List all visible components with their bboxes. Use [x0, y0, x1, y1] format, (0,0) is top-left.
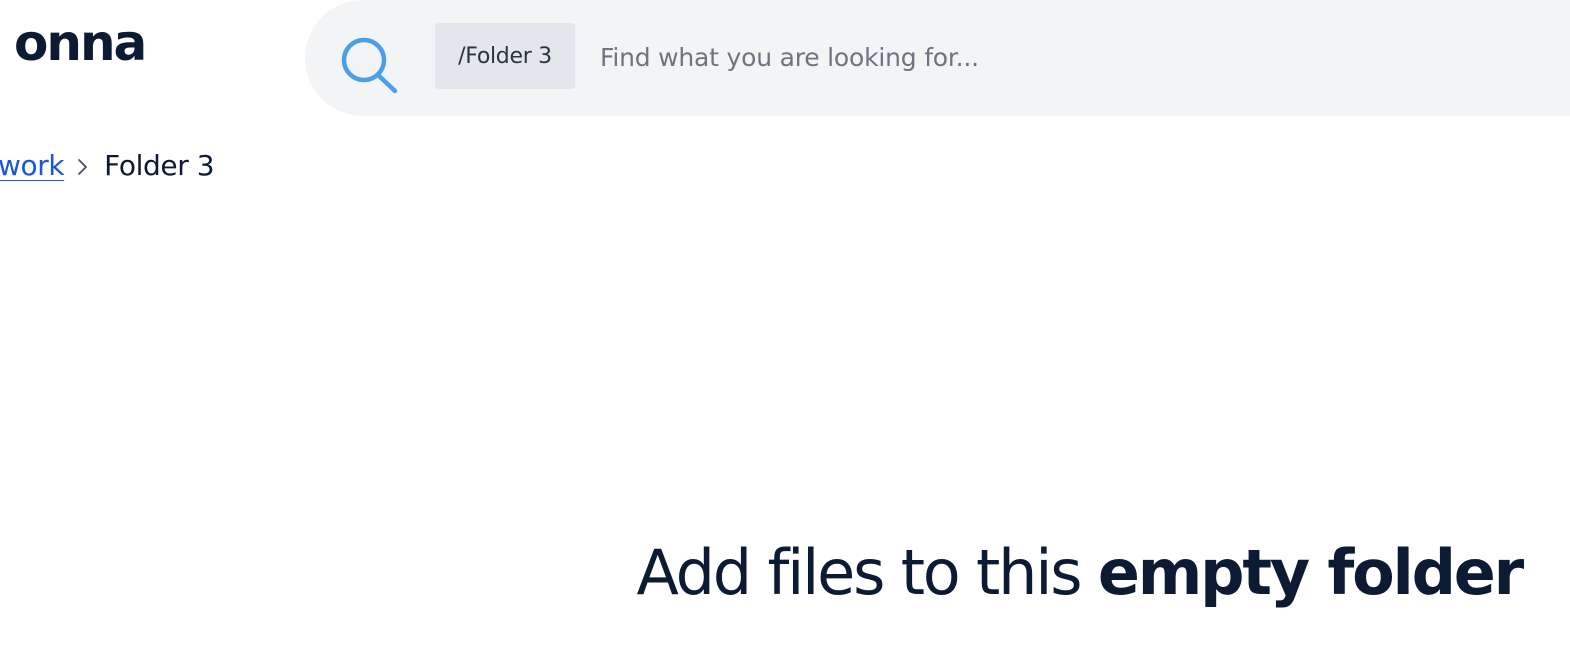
onna-logo[interactable]: onna	[14, 18, 147, 68]
search-icon[interactable]	[338, 36, 398, 96]
chevron-right-icon	[76, 153, 90, 177]
breadcrumb-parent-link[interactable]: work	[0, 149, 65, 182]
app-page: onna /Folder 3 work Folder 3 Add files t…	[0, 0, 1570, 672]
search-scope-chip[interactable]: /Folder 3	[435, 23, 575, 89]
search-input[interactable]	[600, 30, 1500, 84]
empty-folder-title-normal: Add files to this	[636, 536, 1098, 609]
empty-folder-title: Add files to this empty folder	[636, 536, 1525, 610]
breadcrumb-current: Folder 3	[104, 148, 215, 182]
empty-folder-title-bold: empty folder	[1097, 536, 1524, 609]
breadcrumb: work Folder 3	[0, 142, 215, 188]
